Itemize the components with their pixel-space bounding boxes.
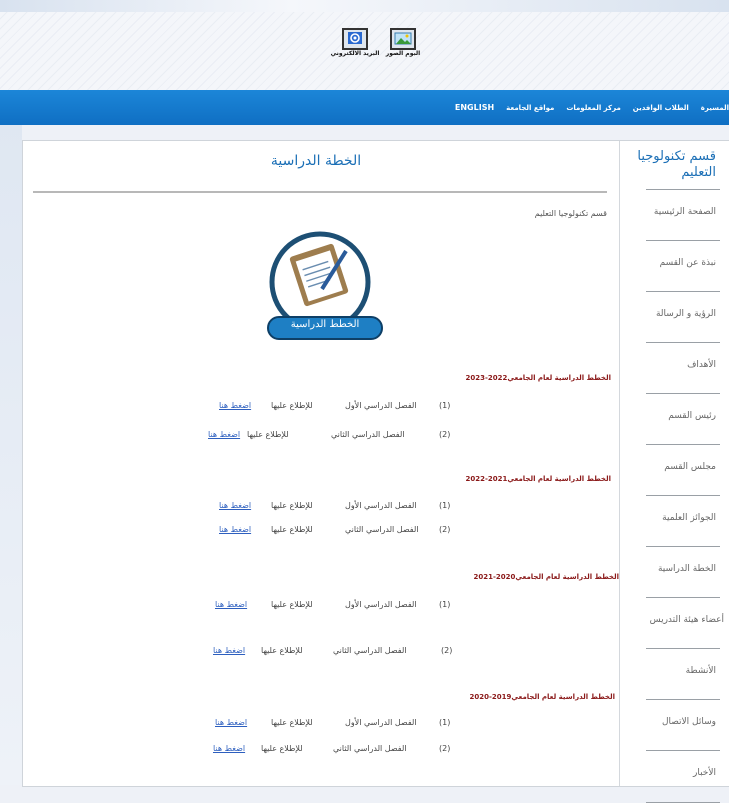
email-link[interactable]: البريد الالكتروني: [331, 28, 379, 57]
sidebar-item-label: الخطة الدراسية: [657, 564, 716, 574]
sidebar-item-faculty[interactable]: أعضاء هيئة التدريس: [620, 597, 729, 648]
sidebar-item-contact[interactable]: وسائل الاتصال: [620, 699, 729, 750]
row-number: (2): [439, 430, 451, 439]
sidebar-item-label: أعضاء هيئة التدريس: [649, 615, 724, 625]
sidebar-item-label: الصفحة الرئيسية: [653, 207, 716, 217]
top-stripe: [0, 0, 729, 12]
plan-row: (1) الفصل الدراسي الأول للإطلاع عليها اض…: [219, 401, 619, 413]
view-link[interactable]: اضغط هنا: [219, 401, 251, 410]
semester-label: الفصل الدراسي الأول: [345, 501, 417, 510]
row-number: (1): [439, 501, 451, 510]
plan-row: (1) الفصل الدراسي الأول للإطلاع عليها اض…: [219, 501, 619, 513]
sidebar-item-home[interactable]: الصفحة الرئيسية: [620, 189, 729, 240]
sidebar: قسم تكنولوجيا التعليم الصفحة الرئيسية نب…: [619, 141, 729, 803]
view-label: للإطلاع عليها: [271, 501, 313, 510]
plan-row: (2) الفصل الدراسي الثاني للإطلاع عليها ا…: [213, 744, 613, 756]
semester-label: الفصل الدراسي الأول: [345, 718, 417, 727]
photo-album-icon: [390, 28, 416, 50]
main-nav: ENGLISH مواقع الجامعة مركز المعلومات الط…: [0, 90, 729, 125]
view-link[interactable]: اضغط هنا: [213, 646, 245, 655]
sidebar-item-awards[interactable]: الجوائز العلمية: [620, 495, 729, 546]
year-heading: الخطط الدراسية لعام الجامعي2021-2022: [465, 475, 611, 483]
sidebar-item-about[interactable]: نبذة عن القسم: [620, 240, 729, 291]
study-plans-badge: الخطط الدراسية: [260, 227, 390, 347]
view-label: للإطلاع عليها: [261, 646, 303, 655]
semester-label: الفصل الدراسي الثاني: [331, 430, 405, 439]
plan-row: (1) الفصل الدراسي الأول للإطلاع عليها اض…: [215, 718, 615, 730]
row-number: (1): [439, 718, 451, 727]
view-label: للإطلاع عليها: [271, 600, 313, 609]
row-number: (2): [441, 646, 453, 655]
plan-row: (2) الفصل الدراسي الثاني للإطلاع عليها ا…: [213, 646, 613, 658]
nav-university-sites[interactable]: مواقع الجامعة: [506, 104, 554, 112]
view-label: للإطلاع عليها: [247, 430, 289, 439]
year-heading: الخطط الدراسية لعام الجامعي2020-2021: [473, 573, 619, 581]
sidebar-item-council[interactable]: مجلس القسم: [620, 444, 729, 495]
semester-label: الفصل الدراسي الثاني: [333, 646, 407, 655]
plan-row: (2) الفصل الدراسي الثاني للإطلاع عليها ا…: [219, 525, 619, 537]
view-label: للإطلاع عليها: [271, 401, 313, 410]
page-title: الخطة الدراسية: [270, 153, 362, 169]
view-link[interactable]: اضغط هنا: [219, 501, 251, 510]
view-link[interactable]: اضغط هنا: [215, 718, 247, 727]
sidebar-item-label: الرؤية و الرسالة: [655, 309, 716, 319]
sidebar-title: قسم تكنولوجيا التعليم: [637, 149, 716, 180]
semester-label: الفصل الدراسي الأول: [345, 401, 417, 410]
badge-label: الخطط الدراسية: [290, 319, 360, 330]
sidebar-item-label: الأهداف: [687, 360, 716, 370]
sidebar-item-label: نبذة عن القسم: [659, 258, 716, 268]
sidebar-item-head[interactable]: رئيس القسم: [620, 393, 729, 444]
sidebar-item-label: رئيس القسم: [668, 411, 716, 421]
row-number: (1): [439, 600, 451, 609]
sidebar-item-study-plan[interactable]: الخطة الدراسية: [620, 546, 729, 597]
view-link[interactable]: اضغط هنا: [219, 525, 251, 534]
year-heading: الخطط الدراسية لعام الجامعي2019-2020: [469, 693, 615, 701]
main-content: الخطة الدراسية قسم تكنولوجيا التعليم الخ…: [23, 141, 619, 786]
row-number: (2): [439, 525, 451, 534]
sidebar-item-news[interactable]: الأخبار: [620, 750, 729, 803]
semester-label: الفصل الدراسي الأول: [345, 600, 417, 609]
sidebar-item-label: مجلس القسم: [664, 462, 716, 472]
row-number: (1): [439, 401, 451, 410]
sidebar-item-activities[interactable]: الأنشطة: [620, 648, 729, 699]
sidebar-item-label: وسائل الاتصال: [661, 717, 716, 727]
email-icon: [342, 28, 368, 50]
sidebar-item-label: الأخبار: [692, 768, 716, 778]
nav-english[interactable]: ENGLISH: [455, 103, 494, 112]
sidebar-item-vision[interactable]: الرؤية و الرسالة: [620, 291, 729, 342]
view-link[interactable]: اضغط هنا: [213, 744, 245, 753]
sidebar-item-label: الجوائز العلمية: [662, 513, 716, 523]
semester-label: الفصل الدراسي الثاني: [345, 525, 419, 534]
sidebar-item-label: الأنشطة: [685, 666, 716, 676]
title-divider: [33, 191, 607, 193]
sidebar-item-goals[interactable]: الأهداف: [620, 342, 729, 393]
nav-international-students[interactable]: الطلاب الوافدين: [633, 104, 689, 112]
plan-row: (1) الفصل الدراسي الأول للإطلاع عليها اض…: [215, 600, 615, 612]
page-frame: الخطة الدراسية قسم تكنولوجيا التعليم الخ…: [22, 140, 729, 803]
semester-label: الفصل الدراسي الثاني: [333, 744, 407, 753]
nav-info-center[interactable]: مركز المعلومات: [566, 104, 620, 112]
view-label: للإطلاع عليها: [261, 744, 303, 753]
plan-row: (2) الفصل الدراسي الثاني للإطلاع عليها ا…: [208, 430, 608, 442]
view-link[interactable]: اضغط هنا: [215, 600, 247, 609]
department-label: قسم تكنولوجيا التعليم: [534, 209, 607, 218]
row-number: (2): [439, 744, 451, 753]
year-heading: الخطط الدراسية لعام الجامعي2022-2023: [465, 374, 611, 382]
view-label: للإطلاع عليها: [271, 525, 313, 534]
view-link[interactable]: اضغط هنا: [208, 430, 240, 439]
sidebar-menu: الصفحة الرئيسية نبذة عن القسم الرؤية و ا…: [620, 189, 729, 803]
top-icon-bar: البريد الالكتروني البوم الصور: [331, 28, 420, 57]
photo-album-link[interactable]: البوم الصور: [386, 28, 420, 57]
nav-biography[interactable]: المسيرة: [701, 104, 729, 112]
view-label: للإطلاع عليها: [271, 718, 313, 727]
side-stripe: [0, 120, 22, 785]
